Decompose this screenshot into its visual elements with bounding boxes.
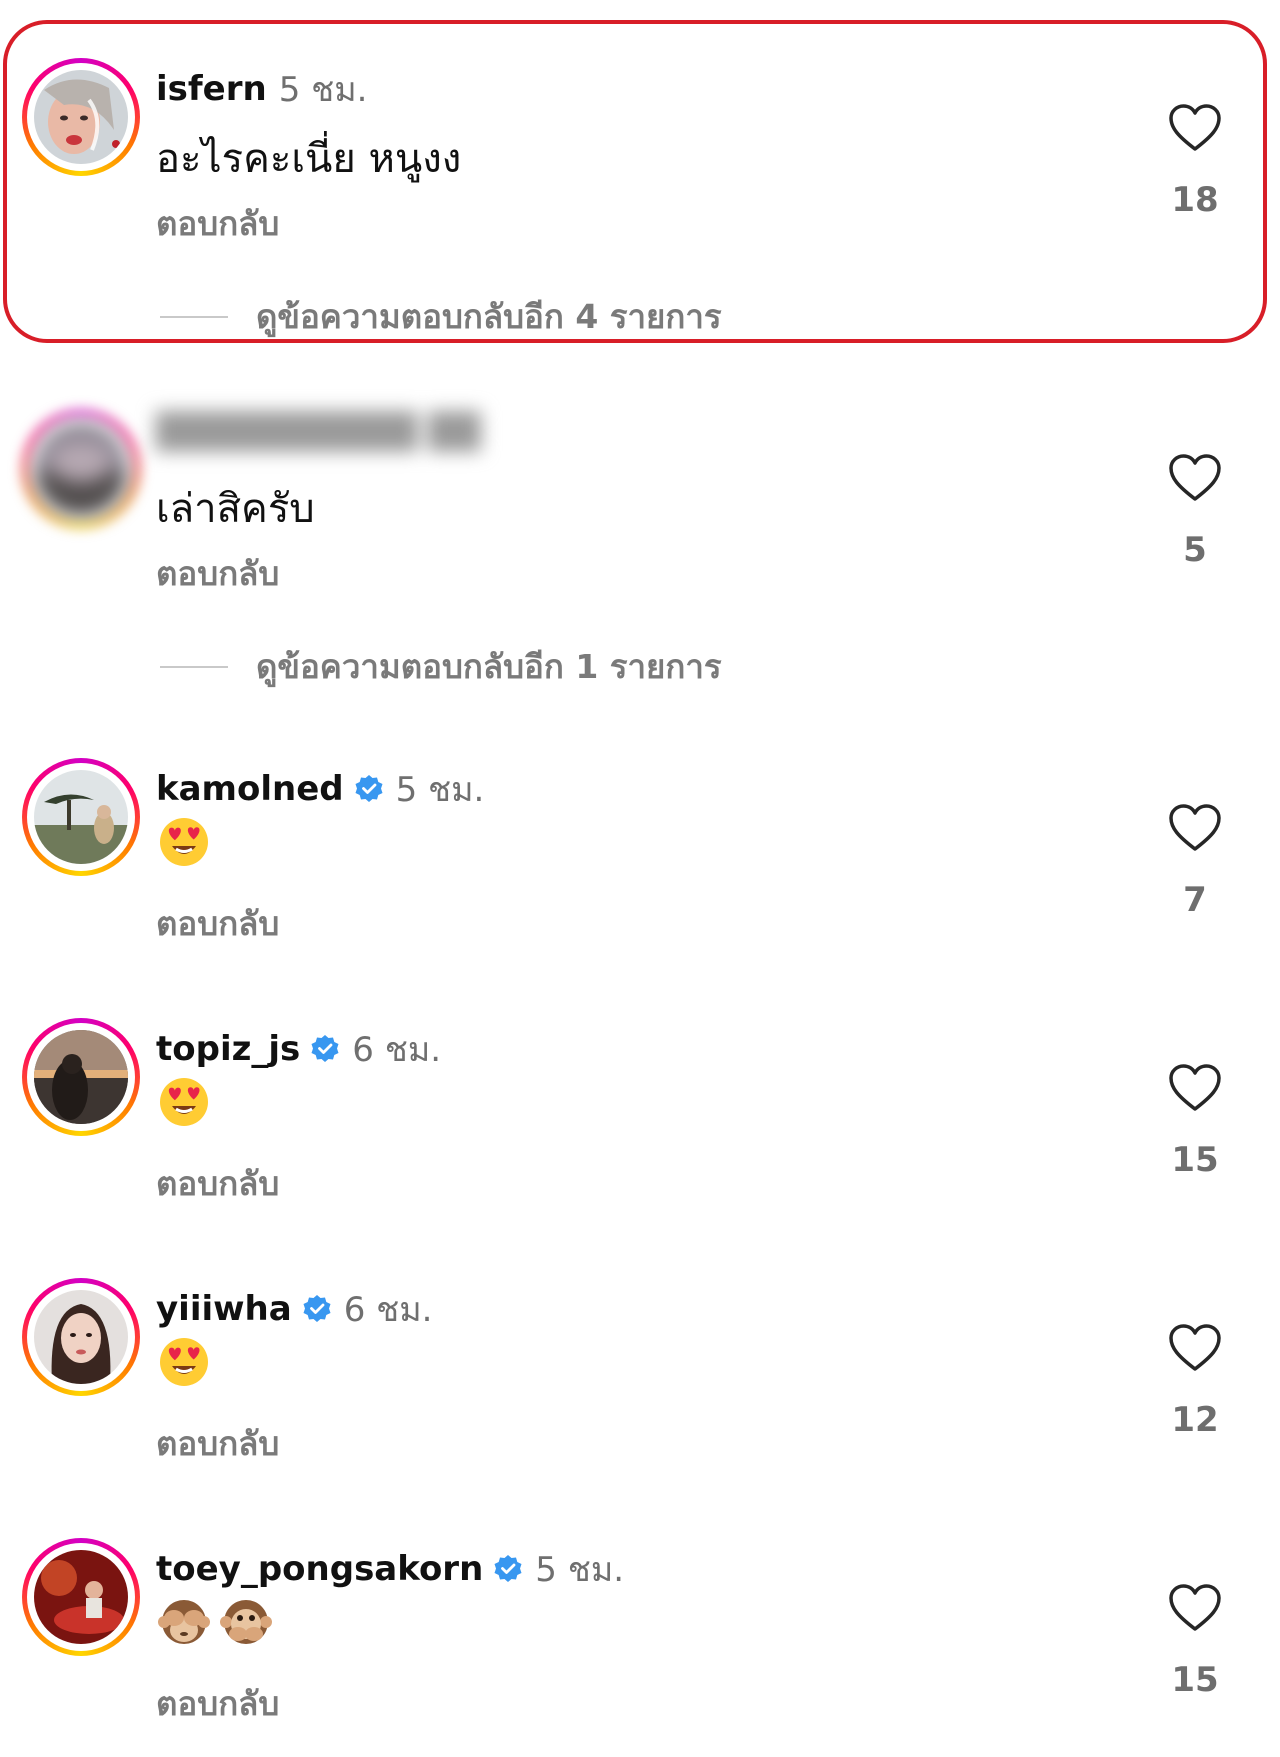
timestamp: 5 ชม. <box>278 70 368 110</box>
like-count: 15 <box>1171 1660 1219 1700</box>
timestamp: 5 ชม. <box>535 1550 625 1590</box>
speak-no-evil-monkey-emoji <box>220 1600 272 1644</box>
avatar-photo-sunset <box>34 1030 128 1124</box>
story-ring[interactable] <box>22 410 140 528</box>
avatar-photo-woman-portrait <box>34 1290 128 1384</box>
view-replies-label: ดูข้อความตอบกลับอีก 1 รายการ <box>256 647 722 686</box>
avatar-photo-red-scene <box>34 1550 128 1644</box>
comment-header: yiiiwha 6 ชม. <box>156 1282 432 1336</box>
story-ring[interactable] <box>22 1018 140 1136</box>
story-ring[interactable] <box>22 1278 140 1396</box>
view-replies-button[interactable]: ดูข้อความตอบกลับอีก 1 รายการ <box>160 640 722 693</box>
story-ring[interactable] <box>22 758 140 876</box>
comment-header: topiz_js 6 ชม. <box>156 1022 441 1076</box>
thread-line <box>160 315 228 318</box>
username-blurred[interactable]: ██████████ ██ <box>156 412 481 452</box>
heart-outline-icon[interactable] <box>1168 1323 1222 1373</box>
username[interactable]: kamolned <box>156 769 344 809</box>
view-replies-label: ดูข้อความตอบกลับอีก 4 รายการ <box>256 297 722 336</box>
reply-button[interactable]: ตอบกลับ <box>156 197 279 250</box>
verified-badge-icon <box>302 1294 332 1324</box>
comment-text: เล่าสิครับ <box>156 486 315 532</box>
username[interactable]: yiiiwha <box>156 1289 292 1329</box>
avatar[interactable] <box>34 1030 128 1124</box>
avatar[interactable] <box>34 422 128 516</box>
heart-outline-icon[interactable] <box>1168 1063 1222 1113</box>
avatar[interactable] <box>34 770 128 864</box>
username[interactable]: toey_pongsakorn <box>156 1549 483 1589</box>
view-replies-button[interactable]: ดูข้อความตอบกลับอีก 4 รายการ <box>160 290 722 343</box>
reply-button[interactable]: ตอบกลับ <box>156 1417 279 1470</box>
comment-header: toey_pongsakorn 5 ชม. <box>156 1542 624 1596</box>
avatar[interactable] <box>34 70 128 164</box>
avatar[interactable] <box>34 1550 128 1644</box>
username[interactable]: isfern <box>156 69 267 109</box>
verified-badge-icon <box>493 1554 523 1584</box>
comment-header: kamolned 5 ชม. <box>156 762 484 816</box>
timestamp: 6 ชม. <box>343 1290 433 1330</box>
heart-outline-icon[interactable] <box>1168 1583 1222 1633</box>
comment-emojis <box>158 1596 272 1648</box>
reply-button[interactable]: ตอบกลับ <box>156 547 279 600</box>
reply-button[interactable]: ตอบกลับ <box>156 897 279 950</box>
comment-text: อะไรคะเนี่ย หนูงง <box>156 136 462 182</box>
verified-badge-icon <box>310 1034 340 1064</box>
comment-header: isfern 5 ชม. <box>156 62 367 116</box>
reply-button[interactable]: ตอบกลับ <box>156 1157 279 1210</box>
avatar-photo-woman-face <box>34 70 128 164</box>
like-count: 5 <box>1183 530 1207 570</box>
avatar[interactable] <box>34 1290 128 1384</box>
username[interactable]: topiz_js <box>156 1029 300 1069</box>
see-no-evil-monkey-emoji <box>158 1600 210 1644</box>
heart-eyes-emoji <box>160 1078 208 1126</box>
like-count: 18 <box>1171 180 1219 220</box>
timestamp: 6 ชม. <box>352 1030 442 1070</box>
story-ring[interactable] <box>22 1538 140 1656</box>
heart-eyes-emoji <box>160 1338 208 1386</box>
story-ring[interactable] <box>22 58 140 176</box>
thread-line <box>160 665 228 668</box>
like-count: 15 <box>1171 1140 1219 1180</box>
like-count: 7 <box>1183 880 1207 920</box>
comment-emojis <box>158 816 210 868</box>
reply-button[interactable]: ตอบกลับ <box>156 1677 279 1730</box>
comment-header: ██████████ ██ <box>156 412 481 452</box>
like-count: 12 <box>1171 1400 1219 1440</box>
comment-emojis <box>158 1076 210 1128</box>
timestamp: 5 ชม. <box>395 770 485 810</box>
heart-outline-icon[interactable] <box>1168 803 1222 853</box>
heart-outline-icon[interactable] <box>1168 103 1222 153</box>
heart-outline-icon[interactable] <box>1168 453 1222 503</box>
avatar-photo-landscape-tree <box>34 770 128 864</box>
comment-emojis <box>158 1336 210 1388</box>
heart-eyes-emoji <box>160 818 208 866</box>
verified-badge-icon <box>354 774 384 804</box>
avatar-photo-blurred <box>34 422 128 516</box>
